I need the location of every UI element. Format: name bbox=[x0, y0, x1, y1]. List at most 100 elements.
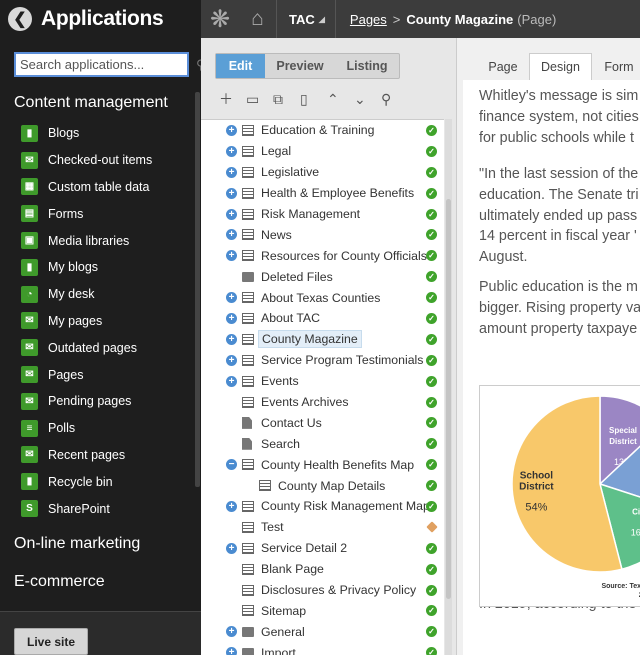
tree-node-label[interactable]: Resources for County Officials bbox=[258, 248, 430, 264]
search-icon[interactable]: ⚲ bbox=[381, 91, 408, 108]
tree-node[interactable]: + News ✓ bbox=[201, 224, 444, 245]
tree-node-label[interactable]: Risk Management bbox=[258, 206, 363, 222]
app-item-recent-pages[interactable]: ✉ Recent pages bbox=[0, 442, 201, 469]
tree-node-label[interactable]: Legislative bbox=[258, 164, 322, 180]
expand-icon[interactable]: + bbox=[226, 208, 237, 220]
tree-node[interactable]: + About TAC ✓ bbox=[201, 308, 444, 329]
tab-listing[interactable]: Listing bbox=[335, 54, 399, 78]
app-item-polls[interactable]: ≡ Polls bbox=[0, 415, 201, 442]
app-item-my-pages[interactable]: ✉ My pages bbox=[0, 308, 201, 335]
app-item-pages[interactable]: ✉ Pages bbox=[0, 361, 201, 388]
tree-node-label[interactable]: Health & Employee Benefits bbox=[258, 185, 417, 201]
tree-node[interactable]: Blank Page ✓ bbox=[201, 559, 444, 580]
tree-node[interactable]: + County Risk Management Map ✓ bbox=[201, 496, 444, 517]
tree-node[interactable]: + Import ✓ bbox=[201, 642, 444, 655]
expand-icon[interactable]: + bbox=[226, 333, 237, 345]
expand-icon[interactable]: + bbox=[226, 500, 237, 512]
expand-icon[interactable]: + bbox=[226, 312, 237, 324]
move-down-icon[interactable]: ⌄ bbox=[354, 91, 381, 108]
tree-node[interactable]: + Service Program Testimonials ✓ bbox=[201, 350, 444, 371]
tree-node[interactable]: + Events ✓ bbox=[201, 371, 444, 392]
tree-node[interactable]: + Resources for County Officials ✓ bbox=[201, 245, 444, 266]
expand-icon[interactable]: + bbox=[226, 124, 237, 136]
tree-node-label[interactable]: Service Detail 2 bbox=[258, 540, 350, 556]
expand-icon[interactable]: + bbox=[226, 166, 237, 178]
tab-form[interactable]: Form bbox=[592, 53, 640, 80]
live-site-button[interactable]: Live site bbox=[14, 628, 88, 655]
tree-node-label[interactable]: Import bbox=[258, 645, 299, 655]
section-content-management[interactable]: Content management bbox=[0, 94, 201, 112]
tab-preview[interactable]: Preview bbox=[265, 54, 335, 78]
tree-node-label[interactable]: Search bbox=[258, 436, 303, 452]
tree-node[interactable]: + General ✓ bbox=[201, 621, 444, 642]
search-box[interactable]: ⚲ bbox=[14, 52, 201, 77]
tab-page[interactable]: Page bbox=[477, 53, 529, 80]
expand-icon[interactable]: + bbox=[226, 647, 237, 655]
app-item-checked-out-items[interactable]: ✉ Checked-out items bbox=[0, 147, 201, 174]
tree-node-label[interactable]: Events Archives bbox=[258, 394, 351, 410]
app-item-outdated-pages[interactable]: ✉ Outdated pages bbox=[0, 334, 201, 361]
site-selector[interactable]: TAC ◢ bbox=[277, 0, 336, 38]
app-item-blogs[interactable]: ▮ Blogs bbox=[0, 120, 201, 147]
back-arrow-icon[interactable]: ❮ bbox=[8, 7, 32, 31]
tree-node-label[interactable]: County Magazine bbox=[258, 330, 362, 349]
tree-node-label[interactable]: Events bbox=[258, 373, 302, 389]
tree-node-label[interactable]: County Map Details bbox=[275, 478, 388, 494]
app-item-forms[interactable]: ▤ Forms bbox=[0, 200, 201, 227]
applications-scrollbar[interactable] bbox=[195, 92, 200, 487]
tab-design[interactable]: Design bbox=[529, 53, 592, 80]
tree-node[interactable]: + County Magazine ✓ bbox=[201, 329, 444, 350]
tree-node-label[interactable]: Test bbox=[258, 519, 287, 535]
expand-icon[interactable]: + bbox=[226, 292, 237, 304]
tree-node[interactable]: Search ✓ bbox=[201, 433, 444, 454]
expand-icon[interactable]: + bbox=[226, 375, 237, 387]
section-e-commerce[interactable]: E-commerce bbox=[0, 573, 201, 591]
delete-icon[interactable]: ▭ bbox=[246, 91, 273, 108]
tree-node-label[interactable]: Contact Us bbox=[258, 415, 325, 431]
tree-scrollbar-thumb[interactable] bbox=[446, 199, 451, 599]
tree-node-label[interactable]: Blank Page bbox=[258, 561, 327, 577]
expand-icon[interactable]: + bbox=[226, 250, 237, 262]
tree-node[interactable]: + Legal ✓ bbox=[201, 141, 444, 162]
tree-node[interactable]: Contact Us ✓ bbox=[201, 412, 444, 433]
tree-node-label[interactable]: Legal bbox=[258, 143, 294, 159]
tree-node[interactable]: − County Health Benefits Map ✓ bbox=[201, 454, 444, 475]
document-icon[interactable]: ▯ bbox=[300, 91, 327, 108]
tree-node[interactable]: Deleted Files ✓ bbox=[201, 266, 444, 287]
tree-node-label[interactable]: About Texas Counties bbox=[258, 290, 383, 306]
tree-node-label[interactable]: Sitemap bbox=[258, 603, 309, 619]
app-item-recycle-bin[interactable]: ▮ Recycle bin bbox=[0, 468, 201, 495]
expand-icon[interactable]: + bbox=[226, 354, 237, 366]
tree-node[interactable]: + Education & Training ✓ bbox=[201, 120, 444, 141]
tree-node[interactable]: + Service Detail 2 ✓ bbox=[201, 538, 444, 559]
app-item-custom-table-data[interactable]: ▦ Custom table data bbox=[0, 174, 201, 201]
tree-node-label[interactable]: About TAC bbox=[258, 310, 323, 326]
tree-node[interactable]: + Legislative ✓ bbox=[201, 162, 444, 183]
page-canvas[interactable]: Whitley's message is sim finance system, … bbox=[463, 80, 640, 655]
app-item-media-libraries[interactable]: ▣ Media libraries bbox=[0, 227, 201, 254]
section-online-marketing[interactable]: On-line marketing bbox=[0, 535, 201, 553]
tree-node[interactable]: Test bbox=[201, 517, 444, 538]
expand-icon[interactable]: + bbox=[226, 145, 237, 157]
tree-node-label[interactable]: Service Program Testimonials bbox=[258, 352, 426, 368]
expand-icon[interactable]: + bbox=[226, 626, 237, 638]
breadcrumb-pages-link[interactable]: Pages bbox=[350, 12, 387, 27]
app-item-my-blogs[interactable]: ▮ My blogs bbox=[0, 254, 201, 281]
tree-node-label[interactable]: County Risk Management Map bbox=[258, 498, 433, 514]
tree-node[interactable]: Disclosures & Privacy Policy ✓ bbox=[201, 580, 444, 601]
search-input[interactable] bbox=[20, 57, 196, 72]
expand-icon[interactable]: + bbox=[226, 187, 237, 199]
tree-node-label[interactable]: General bbox=[258, 624, 308, 640]
tree-node-label[interactable]: Deleted Files bbox=[258, 269, 336, 285]
add-icon[interactable]: ＋ bbox=[219, 89, 246, 109]
tree-node[interactable]: County Map Details ✓ bbox=[201, 475, 444, 496]
tab-edit[interactable]: Edit bbox=[216, 54, 265, 78]
tree-node[interactable]: + Risk Management ✓ bbox=[201, 204, 444, 225]
tree-node-label[interactable]: Disclosures & Privacy Policy bbox=[258, 582, 419, 598]
expand-icon[interactable]: + bbox=[226, 542, 237, 554]
tree-scrollbar[interactable] bbox=[445, 119, 452, 655]
tree-node[interactable]: + About Texas Counties ✓ bbox=[201, 287, 444, 308]
app-item-my-desk[interactable]: ◔ My desk bbox=[0, 281, 201, 308]
expand-icon[interactable]: + bbox=[226, 229, 237, 241]
tree-node[interactable]: Sitemap ✓ bbox=[201, 600, 444, 621]
